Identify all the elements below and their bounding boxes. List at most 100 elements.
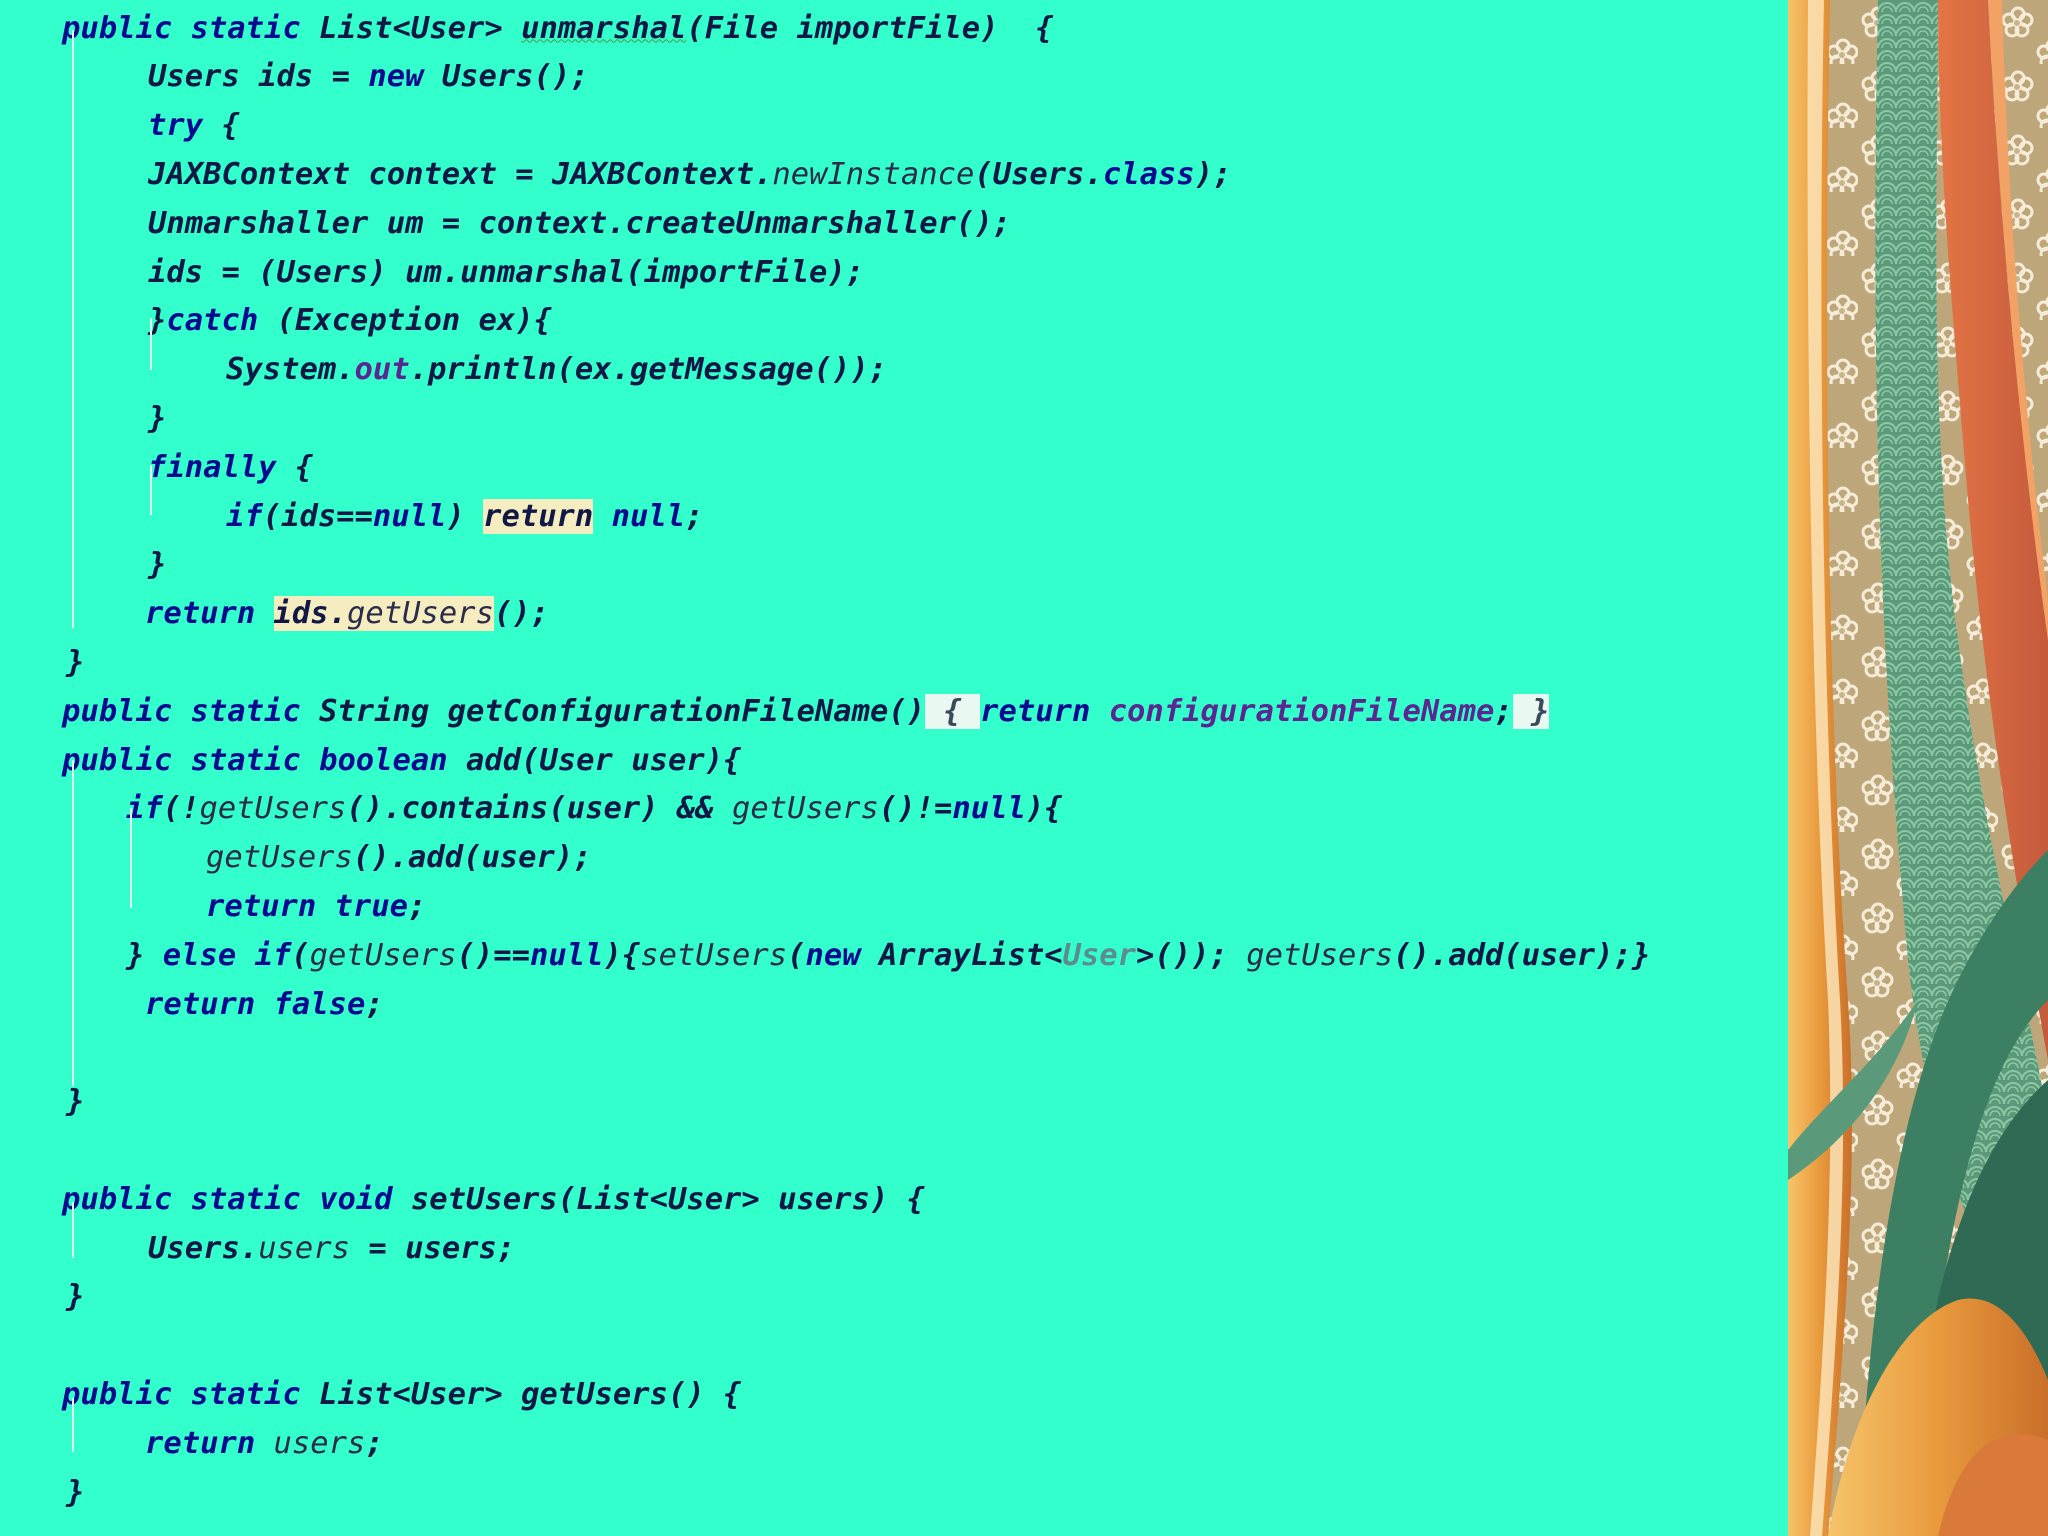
code-token: (); xyxy=(493,596,549,632)
code-line[interactable]: }catch (Exception ex){ xyxy=(148,296,552,345)
code-line[interactable]: try { xyxy=(148,101,240,150)
code-token: ids. xyxy=(273,596,347,632)
code-token: } xyxy=(66,644,85,680)
code-line[interactable]: public static boolean add(User user){ xyxy=(62,736,741,785)
code-token: ArrayList< xyxy=(878,937,1063,973)
code-token: else if xyxy=(162,937,292,973)
code-token: ); xyxy=(1194,156,1232,192)
code-token: } xyxy=(66,1474,85,1510)
code-token: return true xyxy=(206,888,408,924)
code-token: } xyxy=(66,1279,85,1315)
code-token: >()); xyxy=(1136,937,1247,973)
code-token: ids = (Users) um.unmarshal(importFile); xyxy=(148,254,865,290)
code-line[interactable]: } else if(getUsers()==null){setUsers(new… xyxy=(126,931,1650,980)
indent-guide xyxy=(130,808,132,908)
code-token: ( xyxy=(787,937,806,973)
code-token: configurationFileName xyxy=(1108,693,1495,729)
indent-guide xyxy=(72,30,74,628)
code-line[interactable]: ids = (Users) um.unmarshal(importFile); xyxy=(148,248,864,297)
code-token: (! xyxy=(162,791,200,827)
code-token: return false xyxy=(145,986,366,1022)
code-line[interactable]: System.out.println(ex.getMessage()); xyxy=(226,345,887,394)
indent-guide xyxy=(150,318,152,370)
code-line[interactable]: } xyxy=(66,1468,84,1517)
code-line[interactable]: } xyxy=(66,1077,84,1126)
code-line[interactable]: return users; xyxy=(145,1419,384,1468)
indent-guide xyxy=(72,1202,74,1258)
indent-guide xyxy=(72,1398,74,1452)
code-token: = users; xyxy=(350,1230,516,1266)
code-token: } xyxy=(66,1084,85,1120)
code-token: if xyxy=(226,498,263,534)
code-line[interactable]: return true; xyxy=(206,882,426,931)
code-token: Users. xyxy=(148,1230,259,1266)
code-line[interactable]: if(!getUsers().contains(user) && getUser… xyxy=(126,784,1063,833)
decorative-side-panel xyxy=(1788,0,2048,1536)
code-token: List<User> xyxy=(319,10,522,46)
code-token: (File importFile) { xyxy=(686,10,1054,46)
code-token: public static xyxy=(62,693,320,729)
code-token: public static void xyxy=(62,1181,411,1217)
code-editor[interactable]: public static List<User> unmarshal(File … xyxy=(0,0,1788,1536)
code-line[interactable]: public static String getConfigurationFil… xyxy=(62,687,1550,736)
code-token: getUsers xyxy=(206,840,353,876)
code-token: (Users. xyxy=(974,156,1103,192)
code-line[interactable]: public static List<User> getUsers() { xyxy=(62,1370,741,1419)
code-token: ){ xyxy=(603,937,641,973)
code-token: } xyxy=(148,547,167,583)
indent-guide xyxy=(150,465,152,515)
code-line[interactable]: return false; xyxy=(145,980,384,1029)
code-token: { xyxy=(925,693,981,729)
code-token: getUsers xyxy=(347,596,494,632)
code-line[interactable]: public static List<User> unmarshal(File … xyxy=(62,4,1054,53)
code-token: ()== xyxy=(456,937,531,973)
code-token: null xyxy=(611,498,686,534)
code-token: JAXBContext context = JAXBContext. xyxy=(148,156,773,192)
code-token: catch xyxy=(166,303,277,339)
code-token: ; xyxy=(365,1425,384,1461)
code-line[interactable]: Unmarshaller um = context.createUnmarsha… xyxy=(148,199,1011,248)
code-token: class xyxy=(1102,156,1195,192)
code-line[interactable]: getUsers().add(user); xyxy=(206,833,592,882)
code-token: return xyxy=(145,1425,274,1461)
code-line[interactable]: } xyxy=(148,540,166,589)
code-token: (ids== xyxy=(262,498,373,534)
code-line[interactable]: finally { xyxy=(148,443,313,492)
code-token: ; xyxy=(408,888,427,924)
code-token: newInstance xyxy=(772,156,975,192)
code-token: ().add(user); xyxy=(352,840,592,876)
code-token: getUsers xyxy=(1246,937,1394,973)
code-token: users xyxy=(258,1230,351,1266)
code-token: (Exception ex){ xyxy=(276,303,553,339)
code-line[interactable]: } xyxy=(66,638,84,687)
code-token: return xyxy=(145,596,274,632)
code-token: .println(ex.getMessage()); xyxy=(409,352,888,388)
code-token: ; xyxy=(685,498,704,534)
code-line[interactable]: if(ids==null) return null; xyxy=(226,492,704,541)
code-token: } xyxy=(148,400,167,436)
code-token: try xyxy=(148,108,222,144)
indent-guide xyxy=(72,760,74,1086)
code-token: setUsers(List<User> users) { xyxy=(410,1181,926,1217)
code-token: new xyxy=(805,937,879,973)
code-token: public static xyxy=(62,10,320,46)
code-token: getUsers xyxy=(199,791,347,827)
code-token: getUsers xyxy=(309,937,457,973)
code-line[interactable]: } xyxy=(66,1272,84,1321)
code-token: setUsers xyxy=(640,937,788,973)
code-line[interactable]: Users ids = new Users(); xyxy=(148,52,589,101)
code-token: public static boolean xyxy=(62,742,466,778)
code-token: null xyxy=(530,937,604,973)
code-line[interactable]: JAXBContext context = JAXBContext.newIns… xyxy=(148,150,1231,199)
code-token: } xyxy=(1512,693,1550,729)
code-line[interactable]: return ids.getUsers(); xyxy=(145,589,549,638)
code-token: return xyxy=(483,498,594,534)
code-line[interactable]: } xyxy=(148,394,166,443)
code-token: Users(); xyxy=(441,59,589,95)
code-line[interactable]: public static void setUsers(List<User> u… xyxy=(62,1175,925,1224)
code-line[interactable]: Users.users = users; xyxy=(148,1224,515,1273)
code-token: { xyxy=(294,449,314,485)
code-token: ; xyxy=(1494,693,1513,729)
code-token: List<User> getUsers() { xyxy=(319,1376,742,1412)
